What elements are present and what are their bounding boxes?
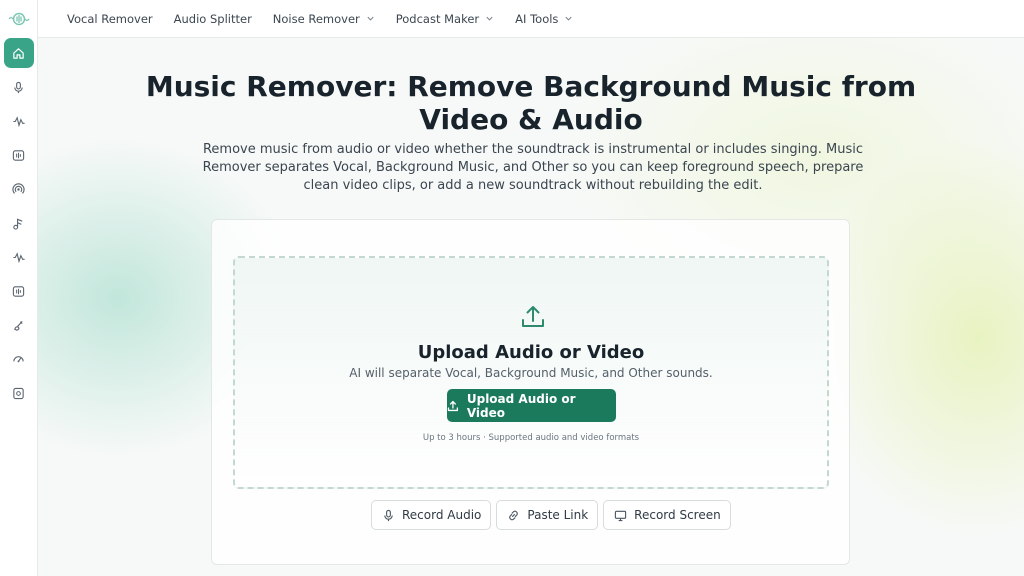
top-nav: Vocal Remover Audio Splitter Noise Remov…: [38, 0, 1024, 38]
sidebar: [0, 0, 38, 576]
action-buttons: Record Audio Paste Link Record Screen: [371, 500, 731, 530]
audio-file-alt-icon: [12, 285, 25, 297]
microphone-icon: [384, 509, 393, 521]
main-content: Music Remover: Remove Background Music f…: [38, 38, 1024, 576]
sidebar-item-home[interactable]: [3, 38, 34, 68]
nav-ai-tools[interactable]: AI Tools: [515, 12, 573, 26]
sidebar-item-splitter[interactable]: [4, 106, 34, 136]
audio-file-icon: [12, 149, 25, 161]
page-title: Music Remover: Remove Background Music f…: [145, 70, 917, 136]
logo[interactable]: [0, 0, 38, 38]
home-icon: [13, 47, 24, 59]
nav-noise-remover[interactable]: Noise Remover: [273, 12, 375, 26]
nav-label: Vocal Remover: [67, 11, 153, 26]
music-note-icon: [13, 217, 23, 230]
microphone-icon: [14, 81, 23, 93]
upload-icon: [522, 306, 544, 327]
record-screen-label: Record Screen: [634, 508, 721, 522]
speed-icon: [13, 355, 24, 362]
record-screen-button[interactable]: Record Screen: [603, 500, 731, 530]
nav-podcast-maker[interactable]: Podcast Maker: [396, 12, 494, 26]
monitor-icon: [615, 510, 627, 521]
podcast-icon: [12, 182, 25, 194]
film-icon: [13, 387, 24, 399]
nav-label: Podcast Maker: [395, 11, 480, 26]
chevron-down-icon: [367, 16, 374, 21]
upload-dropzone[interactable]: Upload Audio or Video AI will separate V…: [233, 256, 829, 489]
sidebar-item-speed[interactable]: [4, 344, 34, 374]
sidebar-item-podcast[interactable]: [4, 174, 34, 204]
waveform-icon: [12, 115, 25, 127]
nav-audio-splitter[interactable]: Audio Splitter: [174, 12, 252, 26]
upload-small-icon: [447, 400, 459, 411]
nav-vocal-remover[interactable]: Vocal Remover: [67, 12, 153, 26]
nav-label: AI Tools: [515, 11, 559, 26]
upload-card: Upload Audio or Video AI will separate V…: [211, 219, 850, 565]
sidebar-item-vocal[interactable]: [4, 72, 34, 102]
logo-icon: [7, 12, 30, 26]
upload-note: Up to 3 hours · Supported audio and vide…: [422, 433, 640, 443]
sidebar-item-editor[interactable]: [4, 310, 34, 340]
page-subtitle: Remove music from audio or video whether…: [202, 142, 864, 193]
upload-title: Upload Audio or Video: [417, 342, 645, 363]
sidebar-item-audio-alt[interactable]: [4, 276, 34, 306]
sidebar-item-audio[interactable]: [4, 140, 34, 170]
brush-icon: [14, 320, 23, 331]
sidebar-item-video[interactable]: [4, 378, 34, 408]
nav-label: Audio Splitter: [173, 11, 252, 26]
paste-link-label: Paste Link: [527, 508, 589, 522]
record-audio-button[interactable]: Record Audio: [371, 500, 492, 530]
nav-label: Noise Remover: [272, 11, 360, 26]
upload-description: AI will separate Vocal, Background Music…: [349, 366, 713, 380]
sidebar-item-noise[interactable]: [4, 242, 34, 272]
waveform-alt-icon: [12, 251, 25, 263]
link-icon: [509, 510, 519, 520]
upload-button[interactable]: Upload Audio or Video: [447, 389, 616, 422]
sidebar-item-music[interactable]: [4, 208, 34, 238]
paste-link-button[interactable]: Paste Link: [496, 500, 599, 530]
upload-button-label: Upload Audio or Video: [466, 391, 576, 420]
chevron-down-icon: [565, 16, 573, 21]
chevron-down-icon: [486, 16, 493, 21]
record-audio-label: Record Audio: [402, 508, 482, 522]
